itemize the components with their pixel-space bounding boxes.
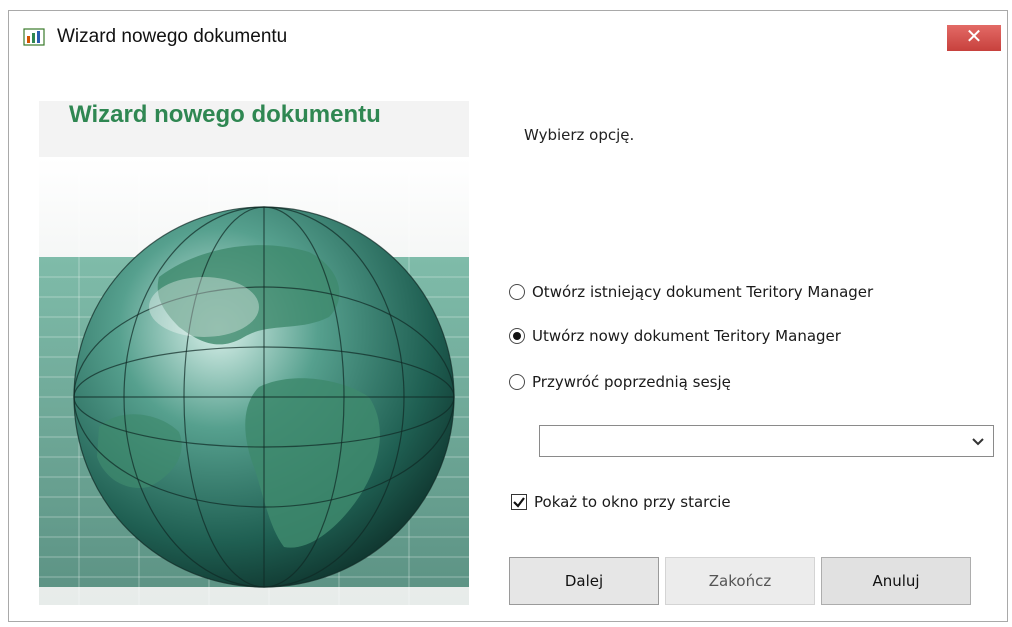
title-bar: Wizard nowego dokumentu ✕ (9, 11, 1007, 57)
option-open-existing-label: Otwórz istniejący dokument Teritory Mana… (532, 283, 874, 301)
option-create-new-label: Utwórz nowy dokument Teritory Manager (532, 327, 841, 345)
finish-button[interactable]: Zakończ (665, 557, 815, 605)
radio-create-new[interactable] (509, 328, 525, 344)
wizard-panel-title: Wizard nowego dokumentu (69, 101, 381, 128)
show-on-startup-checkbox[interactable] (511, 494, 527, 510)
option-restore-session-label: Przywróć poprzednią sesję (532, 373, 731, 391)
check-icon (513, 497, 525, 508)
wizard-side-panel: Wizard nowego dokumentu (39, 101, 469, 605)
window-title: Wizard nowego dokumentu (57, 26, 288, 47)
option-open-existing[interactable]: Otwórz istniejący dokument Teritory Mana… (509, 283, 873, 301)
option-restore-session[interactable]: Przywróć poprzednią sesję (509, 373, 731, 391)
show-on-startup-label: Pokaż to okno przy starcie (534, 493, 731, 511)
next-button[interactable]: Dalej (509, 557, 659, 605)
chart-app-icon (23, 28, 45, 46)
close-button[interactable]: ✕ (947, 25, 1001, 51)
instruction-text: Wybierz opcję. (524, 126, 635, 144)
show-on-startup-option[interactable]: Pokaż to okno przy starcie (511, 493, 731, 511)
radio-restore-session[interactable] (509, 374, 525, 390)
session-dropdown[interactable] (539, 425, 994, 457)
cancel-button[interactable]: Anuluj (821, 557, 971, 605)
radio-open-existing[interactable] (509, 284, 525, 300)
option-create-new[interactable]: Utwórz nowy dokument Teritory Manager (509, 327, 841, 345)
chevron-down-icon[interactable] (971, 434, 985, 448)
globe-illustration (39, 157, 469, 605)
wizard-dialog: Wizard nowego dokumentu ✕ Wizard nowego … (8, 10, 1008, 622)
